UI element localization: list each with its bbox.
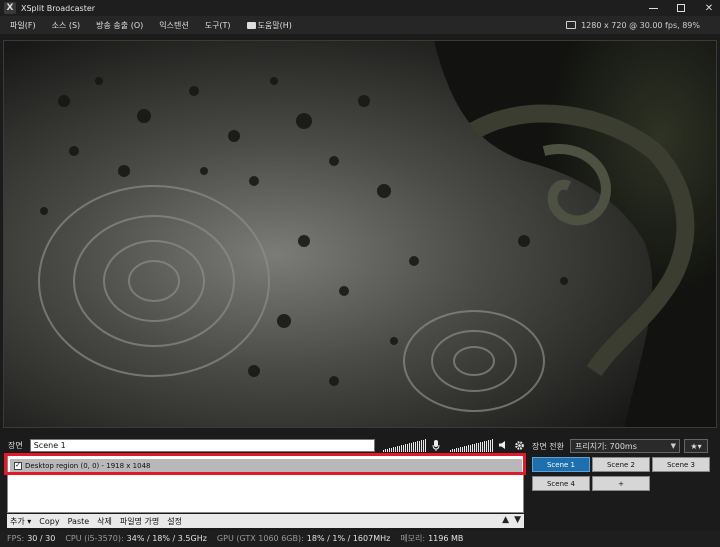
speaker-button[interactable]: [497, 439, 509, 452]
menu-bar: 파일(F) 소스 (S) 방송 송출 (O) 익스텐션 도구(T) 도움말(H)…: [0, 16, 720, 34]
delete-source-button[interactable]: 삭제: [97, 516, 112, 527]
output-status[interactable]: 1280 x 720 @ 30.00 fps, 89%: [566, 16, 700, 34]
scene-name-input[interactable]: [29, 438, 376, 452]
microphone-button[interactable]: [430, 439, 442, 452]
menu-tools[interactable]: 도구(T): [205, 20, 231, 31]
transition-selected-value: 프리지기: 700ms: [574, 441, 637, 451]
memory-label: 메모리:: [400, 534, 426, 543]
cpu-value: 34% / 18% / 3.5GHz: [126, 534, 207, 543]
gear-icon: [514, 440, 524, 450]
move-source-up-button[interactable]: ▲: [502, 515, 509, 525]
scene-button-4[interactable]: Scene 4: [532, 476, 590, 491]
preview-image: [4, 41, 716, 427]
minimize-button[interactable]: [646, 1, 660, 15]
move-source-down-button[interactable]: ▼: [514, 515, 521, 525]
help-icon: [246, 21, 256, 29]
menu-help[interactable]: 도움말(H): [246, 20, 292, 31]
mic-volume-slider[interactable]: [383, 438, 427, 452]
app-logo-icon: X: [4, 2, 16, 14]
transition-select[interactable]: 프리지기: 700ms ▼: [569, 439, 680, 453]
transition-toolbar: 장면 전환 프리지기: 700ms ▼ ★▾: [532, 438, 720, 454]
menu-sources[interactable]: 소스 (S): [52, 20, 81, 31]
scene-button-3[interactable]: Scene 3: [652, 457, 710, 472]
close-button[interactable]: ✕: [702, 1, 716, 15]
fps-label: FPS:: [7, 534, 25, 543]
menu-file[interactable]: 파일(F): [10, 20, 36, 31]
scene-settings-button[interactable]: [513, 439, 525, 452]
speaker-volume-slider[interactable]: [450, 438, 494, 452]
status-bar: FPS: 30 / 30 CPU (i5-3570): 34% / 18% / …: [0, 530, 720, 547]
menu-help-label: 도움말(H): [257, 20, 292, 30]
title-bar: X XSplit Broadcaster ✕: [0, 0, 720, 16]
maximize-button[interactable]: [674, 1, 688, 15]
copy-source-button[interactable]: Copy: [39, 517, 59, 526]
source-order-controls: ▲ ▼: [502, 515, 521, 525]
monitor-icon: [566, 21, 577, 29]
source-visibility-checkbox[interactable]: ✓: [14, 461, 22, 470]
source-list[interactable]: ✓ Desktop region (0, 0) - 1918 x 1048: [7, 455, 524, 513]
source-settings-button[interactable]: 설정: [167, 516, 182, 527]
stage-preview[interactable]: [3, 40, 717, 428]
add-scene-button[interactable]: +: [592, 476, 650, 491]
speaker-icon: [499, 441, 506, 449]
add-source-button[interactable]: 추가 ▾: [10, 516, 31, 527]
window-title: XSplit Broadcaster: [21, 3, 96, 13]
paste-source-button[interactable]: Paste: [68, 517, 90, 526]
transition-label: 장면 전환: [532, 441, 564, 451]
scene-button-2[interactable]: Scene 2: [592, 457, 650, 472]
output-resolution-text: 1280 x 720 @ 30.00 fps, 89%: [581, 20, 700, 30]
scene-toolbar: 장면: [0, 437, 525, 453]
scene-button-1[interactable]: Scene 1: [532, 457, 590, 472]
memory-value: 1196 MB: [428, 534, 464, 543]
source-item-label: Desktop region (0, 0) - 1918 x 1048: [25, 461, 151, 470]
minimize-icon: [648, 7, 658, 9]
window-controls: ✕: [646, 0, 716, 16]
scene-label: 장면: [8, 440, 23, 450]
source-item-desktop-region[interactable]: ✓ Desktop region (0, 0) - 1918 x 1048: [10, 459, 522, 472]
transition-effects-button[interactable]: ★▾: [683, 439, 708, 453]
source-toolbar: 추가 ▾ Copy Paste 삭제 파일명 가명 설정 ▲ ▼: [7, 514, 524, 528]
chevron-down-icon: ▼: [670, 442, 676, 450]
maximize-icon: [677, 4, 685, 12]
cpu-label: CPU (i5-3570):: [65, 534, 124, 543]
fps-value: 30 / 30: [27, 534, 56, 543]
rename-source-button[interactable]: 파일명 가명: [120, 516, 159, 527]
gpu-label: GPU (GTX 1060 6GB):: [216, 534, 304, 543]
gpu-value: 18% / 1% / 1607MHz: [306, 534, 391, 543]
menu-broadcast[interactable]: 방송 송출 (O): [96, 20, 143, 31]
menu-extensions[interactable]: 익스텐션: [159, 20, 188, 31]
microphone-icon: [432, 439, 440, 451]
